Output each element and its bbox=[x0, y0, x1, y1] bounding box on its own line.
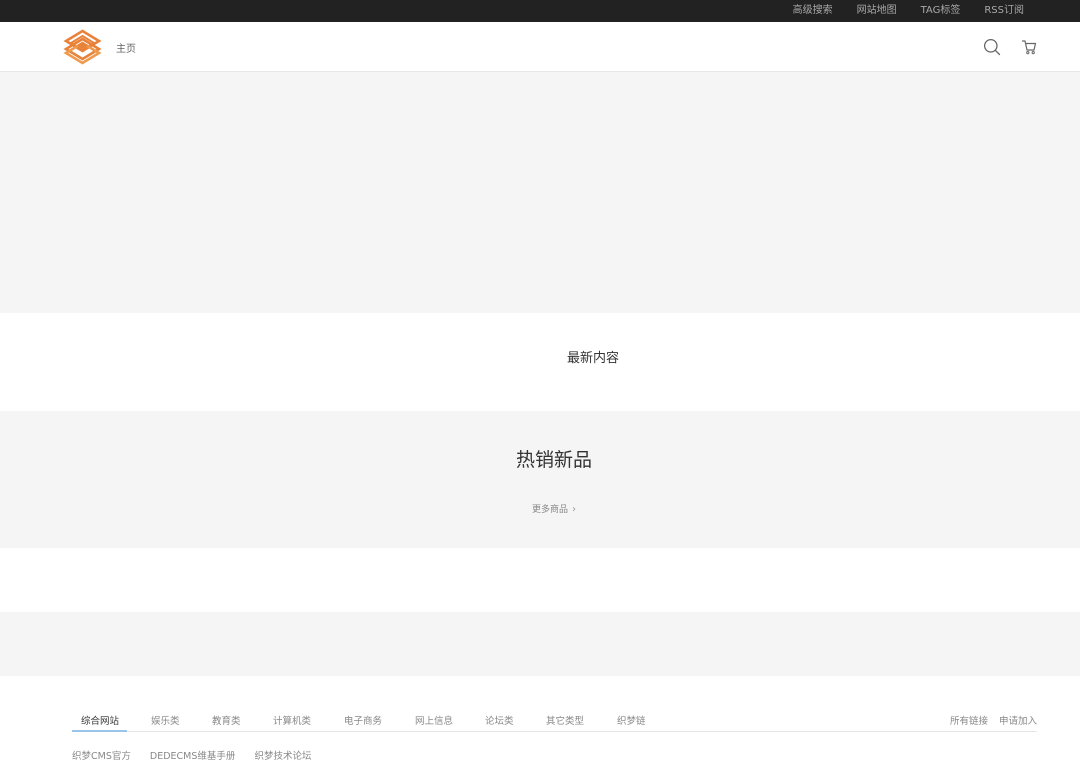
friend-link-item[interactable]: DEDECMS维基手册 bbox=[150, 751, 236, 762]
empty-grey-section bbox=[0, 612, 1080, 676]
advanced-search-link[interactable]: 高级搜索 bbox=[793, 5, 833, 17]
tab-dream-chain[interactable]: 织梦链 bbox=[617, 713, 646, 727]
cart-icon[interactable] bbox=[1021, 39, 1037, 55]
latest-title: 最新内容 bbox=[567, 351, 620, 366]
tab-computer[interactable]: 计算机类 bbox=[273, 713, 311, 727]
sitemap-link[interactable]: 网站地图 bbox=[857, 5, 897, 17]
site-header: 主页 bbox=[0, 22, 1080, 72]
empty-section bbox=[0, 548, 1080, 612]
hot-products-title: 热销新品 bbox=[515, 449, 592, 471]
search-icon[interactable] bbox=[983, 38, 1001, 56]
all-links-link[interactable]: 所有链接 bbox=[950, 716, 988, 727]
tab-other[interactable]: 其它类型 bbox=[546, 713, 584, 727]
banner-area bbox=[0, 72, 1080, 313]
more-goods-link[interactable]: 更多商品 › bbox=[0, 502, 1080, 515]
nav-home-link[interactable]: 主页 bbox=[116, 40, 136, 55]
apply-join-link[interactable]: 申请加入 bbox=[999, 716, 1037, 727]
tab-forum[interactable]: 论坛类 bbox=[485, 713, 514, 727]
top-links: 高级搜索 网站地图 TAG标签 RSS订阅 bbox=[793, 0, 1024, 22]
tab-online-info[interactable]: 网上信息 bbox=[415, 713, 453, 727]
friend-link-item[interactable]: 织梦CMS官方 bbox=[72, 751, 131, 762]
links-actions: 所有链接 申请加入 bbox=[942, 713, 1037, 727]
friend-links-panel: 综合网站 娱乐类 教育类 计算机类 电子商务 网上信息 论坛类 其它类型 织梦链… bbox=[72, 704, 1037, 770]
tab-education[interactable]: 教育类 bbox=[212, 713, 241, 727]
active-tab-indicator bbox=[72, 730, 127, 732]
tab-comprehensive[interactable]: 综合网站 bbox=[81, 713, 119, 727]
link-tabs: 综合网站 娱乐类 教育类 计算机类 电子商务 网上信息 论坛类 其它类型 织梦链… bbox=[72, 704, 1037, 732]
friend-link-item[interactable]: 织梦技术论坛 bbox=[254, 751, 311, 762]
chevron-right-icon: › bbox=[572, 504, 576, 515]
tag-link[interactable]: TAG标签 bbox=[921, 5, 961, 17]
latest-section: 最新内容 bbox=[0, 313, 1080, 411]
tab-ecommerce[interactable]: 电子商务 bbox=[344, 713, 382, 727]
hot-products-section: 热销新品 更多商品 › bbox=[0, 411, 1080, 548]
top-bar: 高级搜索 网站地图 TAG标签 RSS订阅 bbox=[0, 0, 1080, 22]
friend-link-list: 织梦CMS官方 DEDECMS维基手册 织梦技术论坛 bbox=[72, 748, 327, 762]
logo-icon bbox=[63, 29, 102, 65]
rss-link[interactable]: RSS订阅 bbox=[984, 5, 1024, 17]
more-goods-label: 更多商品 bbox=[531, 505, 568, 515]
tab-entertainment[interactable]: 娱乐类 bbox=[151, 713, 180, 727]
site-logo[interactable] bbox=[63, 28, 102, 65]
